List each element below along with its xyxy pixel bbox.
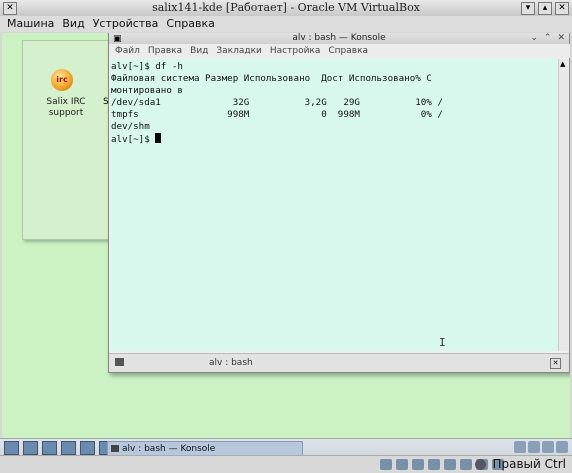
text-cursor (155, 133, 162, 143)
virtualbox-titlebar: ✕ salix141-kde [Работает] - Oracle VM Vi… (0, 0, 572, 17)
terminal-line: dev/shm (111, 121, 150, 132)
konsole-tabbar: alv : bash ✕ (109, 353, 569, 372)
terminal-area[interactable]: alv[~]$ df -h Файловая система Размер Ис… (110, 59, 558, 351)
host-key-label: Правый Ctrl (492, 457, 566, 471)
terminal-line: Файловая система Размер Использовано Дос… (111, 73, 432, 84)
task-label: alv : bash — Konsole (122, 444, 216, 454)
tray-menu-icon[interactable] (556, 441, 568, 453)
desktop-switch-icon[interactable] (23, 441, 38, 455)
terminal-launcher-icon[interactable] (42, 441, 57, 455)
konsole-minimize-icon[interactable]: ⌄ (530, 33, 538, 44)
desktop-folder-view: irc Salix IRC support S (22, 40, 110, 240)
optical-icon[interactable] (396, 459, 408, 470)
konsole-menu-view[interactable]: Вид (190, 44, 208, 58)
konsole-title: alv : bash — Konsole (292, 33, 386, 43)
guest-desktop: irc Salix IRC support S ▣ alv : bash — Ko… (2, 33, 570, 470)
terminal-line: /dev/sda1 32G 3,2G 29G 10% / (111, 97, 443, 108)
new-tab-icon[interactable] (115, 358, 124, 366)
host-key-icon (475, 459, 486, 470)
menu-view[interactable]: Вид (61, 16, 85, 32)
scroll-up-icon[interactable]: ▲ (560, 60, 565, 68)
menu-machine[interactable]: Машина (6, 16, 55, 32)
maximize-button[interactable]: ▴ (538, 2, 552, 15)
konsole-titlebar[interactable]: ▣ alv : bash — Konsole ⌄ ⌃ ✕ (109, 33, 569, 44)
kmenu-icon[interactable] (4, 441, 19, 455)
tray-clock-icon[interactable] (542, 441, 554, 453)
terminal-line: монтировано в (111, 85, 183, 96)
konsole-window[interactable]: ▣ alv : bash — Konsole ⌄ ⌃ ✕ Файл Правка… (108, 33, 570, 373)
close-button[interactable]: ✕ (555, 2, 569, 15)
close-tab-icon[interactable]: ✕ (550, 358, 561, 369)
minimize-button[interactable]: ▾ (521, 2, 535, 15)
irc-icon-label[interactable]: Salix IRC support (29, 97, 103, 119)
tray-update-icon[interactable] (528, 441, 540, 453)
terminal-prompt: alv[~]$ (111, 134, 156, 145)
usb-icon[interactable] (412, 459, 424, 470)
konsole-maximize-icon[interactable]: ⌃ (544, 33, 552, 44)
virtualbox-statusbar: Правый Ctrl (0, 455, 572, 473)
network-icon[interactable] (428, 459, 440, 470)
shared-folders-icon[interactable] (444, 459, 456, 470)
task-konsole-icon (111, 445, 119, 452)
menu-help[interactable]: Справка (165, 16, 215, 32)
files-icon[interactable] (61, 441, 76, 455)
menu-devices[interactable]: Устройства (92, 16, 160, 32)
mouse-ibeam-icon: I (439, 336, 446, 349)
tools-icon[interactable] (80, 441, 95, 455)
display-icon[interactable] (460, 459, 472, 470)
tray-network-icon[interactable] (514, 441, 526, 453)
hdd-icon[interactable] (380, 459, 392, 470)
konsole-menu-file[interactable]: Файл (115, 44, 140, 58)
irc-icon[interactable]: irc (51, 69, 73, 91)
terminal-scrollbar[interactable]: ▲ (558, 59, 568, 351)
konsole-menu-settings[interactable]: Настройка (270, 44, 321, 58)
konsole-menu-edit[interactable]: Правка (148, 44, 182, 58)
konsole-menu-bookmarks[interactable]: Закладки (216, 44, 262, 58)
virtualbox-menubar: Машина Вид Устройства Справка (0, 16, 572, 32)
terminal-line: alv[~]$ df -h (111, 61, 183, 72)
konsole-menu-help[interactable]: Справка (328, 44, 368, 58)
konsole-menubar: Файл Правка Вид Закладки Настройка Справ… (109, 44, 570, 58)
konsole-close-icon[interactable]: ✕ (557, 33, 565, 44)
session-tab[interactable]: alv : bash (209, 354, 253, 372)
terminal-line: tmpfs 998M 0 998M 0% / (111, 109, 443, 120)
window-title: salix141-kde [Работает] - Oracle VM Virt… (152, 1, 420, 14)
